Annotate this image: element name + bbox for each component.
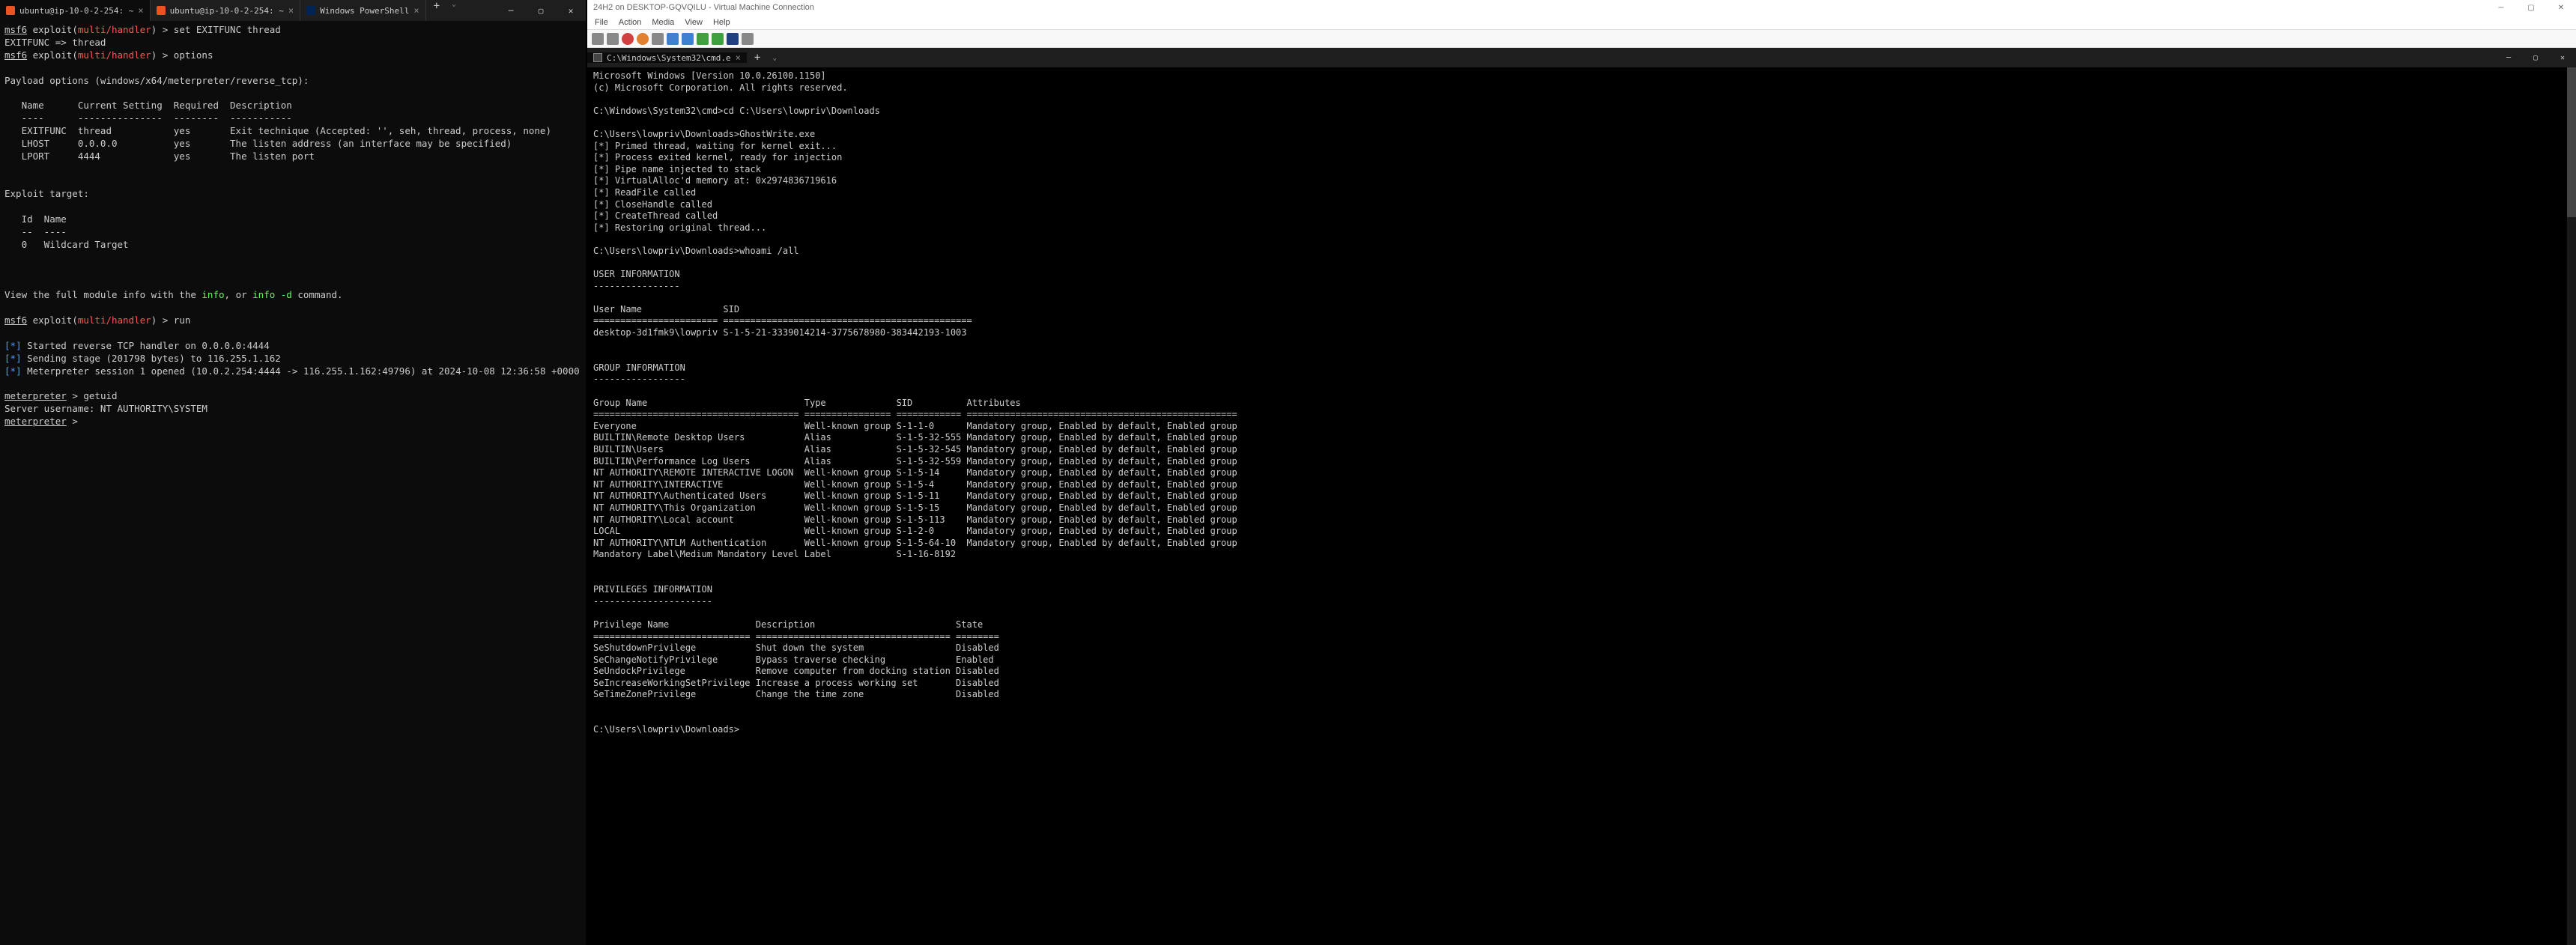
- maximize-button[interactable]: ▢: [2516, 0, 2546, 15]
- close-icon[interactable]: ×: [288, 5, 294, 16]
- guest-title-bar: C:\Windows\System32\cmd.e × + ⌄ ─ ▢ ✕: [587, 48, 2576, 67]
- msf-prompt: msf6: [4, 24, 27, 35]
- menu-file[interactable]: File: [595, 18, 608, 27]
- start-icon[interactable]: [607, 33, 619, 45]
- new-tab-button[interactable]: +: [426, 0, 447, 21]
- turn-off-icon[interactable]: [622, 33, 634, 45]
- cmd-icon: [593, 53, 602, 62]
- vm-connection-window: 24H2 on DESKTOP-GQVQILU - Virtual Machin…: [587, 0, 2576, 945]
- tab-dropdown-icon[interactable]: ⌄: [768, 54, 781, 62]
- vm-menu-bar: File Action Media View Help: [587, 15, 2576, 30]
- reset-icon[interactable]: [682, 33, 694, 45]
- cmd-tab[interactable]: C:\Windows\System32\cmd.e ×: [587, 52, 747, 63]
- share-icon[interactable]: [742, 33, 754, 45]
- left-tabs: ubuntu@ip-10-0-2-254: ~ × ubuntu@ip-10-0…: [0, 0, 461, 21]
- close-button[interactable]: ✕: [2549, 48, 2576, 67]
- ubuntu-icon: [6, 6, 15, 15]
- revert-icon[interactable]: [712, 33, 724, 45]
- shut-down-icon[interactable]: [637, 33, 649, 45]
- close-icon[interactable]: ×: [736, 52, 741, 63]
- checkpoint-icon[interactable]: [697, 33, 709, 45]
- vm-toolbar: [587, 30, 2576, 48]
- minimize-button[interactable]: ─: [496, 0, 526, 21]
- scrollbar[interactable]: [2567, 67, 2576, 945]
- powershell-icon: [306, 6, 315, 15]
- tab-label: ubuntu@ip-10-0-2-254: ~: [170, 6, 284, 16]
- pause-icon[interactable]: [667, 33, 679, 45]
- menu-help[interactable]: Help: [713, 18, 730, 27]
- maximize-button[interactable]: ▢: [526, 0, 556, 21]
- tab-label: ubuntu@ip-10-0-2-254: ~: [19, 6, 133, 16]
- menu-media[interactable]: Media: [652, 18, 674, 27]
- maximize-button[interactable]: ▢: [2522, 48, 2549, 67]
- tab-ubuntu-2[interactable]: ubuntu@ip-10-0-2-254: ~ ×: [151, 0, 301, 21]
- left-terminal-window: ubuntu@ip-10-0-2-254: ~ × ubuntu@ip-10-0…: [0, 0, 586, 945]
- minimize-button[interactable]: ─: [2495, 48, 2522, 67]
- minimize-button[interactable]: ─: [2486, 0, 2516, 15]
- tab-label: Windows PowerShell: [320, 6, 409, 16]
- vm-title-bar: 24H2 on DESKTOP-GQVQILU - Virtual Machin…: [587, 0, 2576, 15]
- tab-dropdown-icon[interactable]: ⌄: [447, 0, 461, 21]
- enhanced-session-icon[interactable]: [727, 33, 739, 45]
- ubuntu-icon: [157, 6, 166, 15]
- scrollbar-thumb[interactable]: [2567, 67, 2576, 217]
- left-title-bar: ubuntu@ip-10-0-2-254: ~ × ubuntu@ip-10-0…: [0, 0, 586, 21]
- guest-window-controls: ─ ▢ ✕: [2495, 48, 2576, 67]
- guest-terminal-content[interactable]: Microsoft Windows [Version 10.0.26100.11…: [587, 67, 2576, 739]
- tab-ubuntu-1[interactable]: ubuntu@ip-10-0-2-254: ~ ×: [0, 0, 151, 21]
- left-window-controls: ─ ▢ ✕: [496, 0, 586, 21]
- tab-powershell[interactable]: Windows PowerShell ×: [300, 0, 425, 21]
- menu-action[interactable]: Action: [619, 18, 642, 27]
- vm-window-controls: ─ ▢ ✕: [2486, 0, 2576, 15]
- save-icon[interactable]: [652, 33, 664, 45]
- guest-terminal-window: C:\Windows\System32\cmd.e × + ⌄ ─ ▢ ✕ Mi…: [587, 48, 2576, 945]
- ctrl-alt-del-icon[interactable]: [592, 33, 604, 45]
- close-icon[interactable]: ×: [138, 5, 143, 16]
- left-terminal-content[interactable]: msf6 exploit(multi/handler) > set EXITFU…: [0, 21, 586, 431]
- menu-view[interactable]: View: [685, 18, 703, 27]
- close-button[interactable]: ✕: [2546, 0, 2576, 15]
- cmd-tab-label: C:\Windows\System32\cmd.e: [607, 53, 731, 63]
- close-icon[interactable]: ×: [413, 5, 419, 16]
- close-button[interactable]: ✕: [556, 0, 586, 21]
- vm-title-text: 24H2 on DESKTOP-GQVQILU - Virtual Machin…: [593, 3, 814, 12]
- new-tab-button[interactable]: +: [747, 52, 768, 64]
